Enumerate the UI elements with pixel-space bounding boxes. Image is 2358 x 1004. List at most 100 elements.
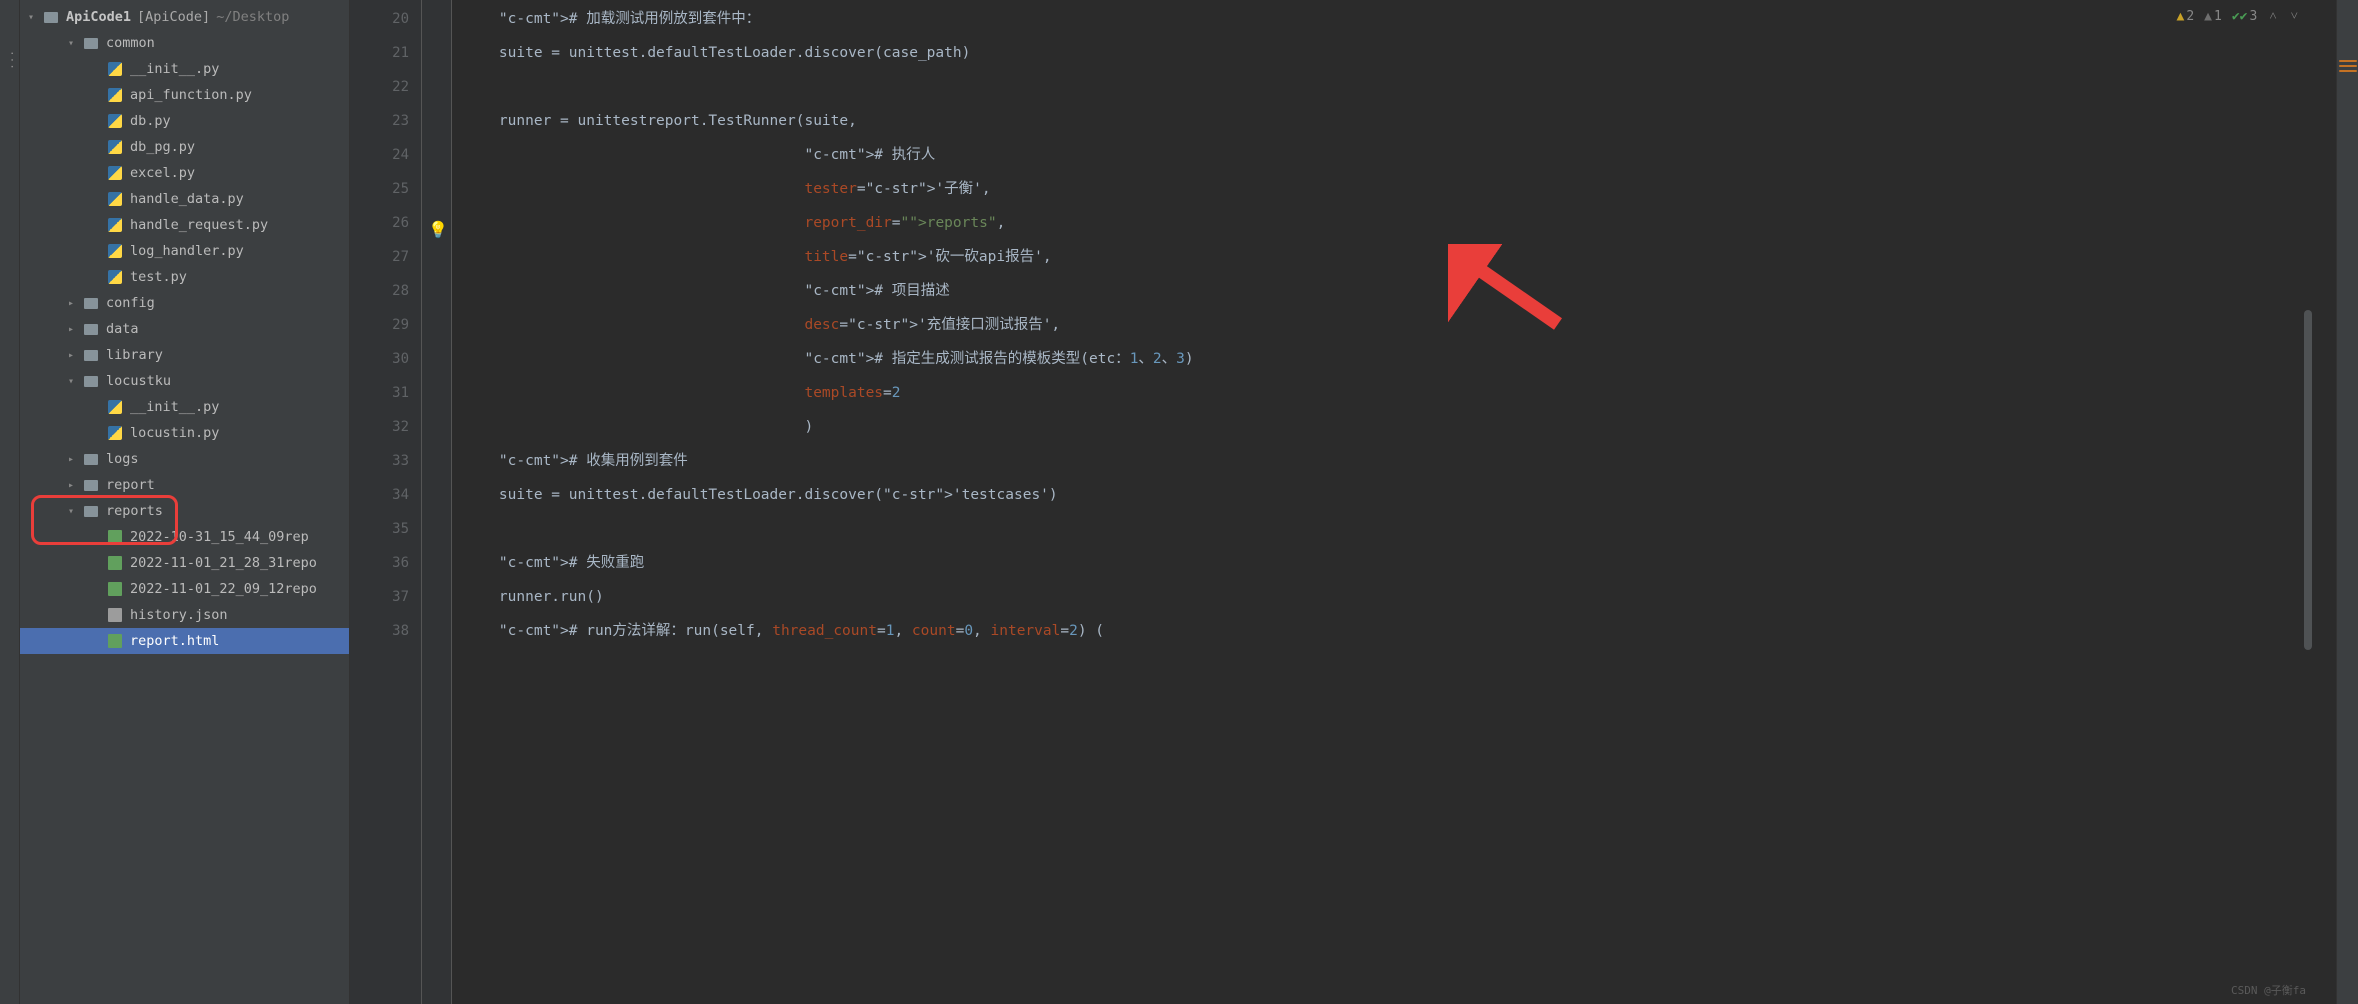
py-icon: [106, 190, 124, 208]
editor[interactable]: 20212223242526272829303132333435363738 💡…: [350, 0, 2336, 1004]
tree-item-label: 2022-11-01_21_28_31repo: [130, 555, 317, 571]
project-tree[interactable]: ▾ ApiCode1 [ApiCode] ~/Desktop ▾common __…: [20, 0, 350, 1004]
tree-item-config[interactable]: ▸ config: [20, 290, 349, 316]
tree-item-report[interactable]: ▸report: [20, 472, 349, 498]
folder-icon: [82, 346, 100, 364]
py-icon: [106, 164, 124, 182]
gutter-icons: 💡: [422, 0, 452, 1004]
tree-item-label: log_handler.py: [130, 243, 244, 259]
chevron-down-icon[interactable]: ▾: [24, 10, 38, 24]
py-icon: [106, 424, 124, 442]
line-number: 31: [362, 376, 409, 410]
folder-icon: [82, 294, 100, 312]
tree-item-label: reports: [106, 503, 163, 519]
inspections-widget[interactable]: ▲ 2 ▲ 1 ✔✔ 3 ˄ ˅: [2177, 8, 2300, 24]
line-number: 28: [362, 274, 409, 308]
line-number: 30: [362, 342, 409, 376]
tree-item-handle-data-py[interactable]: handle_data.py: [20, 186, 349, 212]
line-number: 22: [362, 70, 409, 104]
html-icon: [106, 632, 124, 650]
folder-icon: [82, 372, 100, 390]
tree-item-label: __init__.py: [130, 399, 219, 415]
tree-item-locustin-py[interactable]: locustin.py: [20, 420, 349, 446]
intention-bulb-icon[interactable]: 💡: [428, 220, 448, 239]
tree-item-label: report.html: [130, 633, 219, 649]
tree-item-handle-request-py[interactable]: handle_request.py: [20, 212, 349, 238]
line-number: 29: [362, 308, 409, 342]
py-icon: [106, 216, 124, 234]
tree-item-excel-py[interactable]: excel.py: [20, 160, 349, 186]
py-icon: [106, 398, 124, 416]
line-number: 26: [362, 206, 409, 240]
code-area[interactable]: "c-cmt"># 加载测试用例放到套件中： suite = unittest.…: [452, 0, 2336, 1004]
folder-icon: [82, 320, 100, 338]
line-number: 36: [362, 546, 409, 580]
tree-item--init-py[interactable]: __init__.py: [20, 56, 349, 82]
prev-highlight-button[interactable]: ˄: [2267, 8, 2278, 24]
tree-item-db-py[interactable]: db.py: [20, 108, 349, 134]
chevron-right-icon[interactable]: ▸: [64, 348, 78, 362]
folder-icon: [82, 34, 100, 52]
right-tool-rail[interactable]: [2336, 0, 2358, 1004]
py-icon: [106, 86, 124, 104]
tree-item-history-json[interactable]: history.json: [20, 602, 349, 628]
tree-item--init-py[interactable]: __init__.py: [20, 394, 349, 420]
chevron-down-icon[interactable]: ▾: [64, 504, 78, 518]
editor-scrollbar[interactable]: [2302, 40, 2314, 1004]
chevron-right-icon[interactable]: ▸: [64, 322, 78, 336]
tree-item-label: data: [106, 321, 139, 337]
tree-item-label: history.json: [130, 607, 228, 623]
chevron-down-icon[interactable]: ▾: [64, 36, 78, 50]
chevron-right-icon[interactable]: ▸: [64, 452, 78, 466]
left-tool-rail[interactable]: ...: [0, 0, 20, 1004]
tree-item-test-py[interactable]: test.py: [20, 264, 349, 290]
tree-item-api-function-py[interactable]: api_function.py: [20, 82, 349, 108]
project-path: ~/Desktop: [216, 9, 289, 25]
tree-item-db-pg-py[interactable]: db_pg.py: [20, 134, 349, 160]
html-icon: [106, 580, 124, 598]
line-number: 20: [362, 2, 409, 36]
tree-item-report-html[interactable]: report.html: [20, 628, 349, 654]
next-highlight-button[interactable]: ˅: [2289, 8, 2300, 24]
folder-icon: [82, 450, 100, 468]
line-number: 23: [362, 104, 409, 138]
html-icon: [106, 554, 124, 572]
line-number: 27: [362, 240, 409, 274]
tree-item-label: api_function.py: [130, 87, 252, 103]
tree-item-label: library: [106, 347, 163, 363]
tree-item-2022-11-01-21-28-31repo[interactable]: 2022-11-01_21_28_31repo: [20, 550, 349, 576]
py-icon: [106, 112, 124, 130]
watermark: CSDN @子衡fa: [2231, 982, 2306, 998]
line-number: 24: [362, 138, 409, 172]
tree-item-label: __init__.py: [130, 61, 219, 77]
inspection-warn-yellow[interactable]: ▲ 2: [2177, 9, 2195, 24]
py-icon: [106, 242, 124, 260]
tree-item-reports[interactable]: ▾ reports: [20, 498, 349, 524]
chevron-down-icon[interactable]: ▾: [64, 374, 78, 388]
json-icon: [106, 606, 124, 624]
line-numbers: 20212223242526272829303132333435363738: [362, 0, 422, 1004]
tree-item-2022-11-01-22-09-12repo[interactable]: 2022-11-01_22_09_12repo: [20, 576, 349, 602]
tree-item-label: locustku: [106, 373, 171, 389]
tree-item-logs[interactable]: ▸logs: [20, 446, 349, 472]
scrollbar-thumb[interactable]: [2304, 310, 2312, 650]
tree-item-2022-10-31-15-44-09rep[interactable]: 2022-10-31_15_44_09rep: [20, 524, 349, 550]
tree-item-label: handle_request.py: [130, 217, 268, 233]
tree-item-data[interactable]: ▸ data: [20, 316, 349, 342]
project-name: ApiCode1: [66, 9, 131, 25]
chevron-right-icon[interactable]: ▸: [64, 296, 78, 310]
inspection-check[interactable]: ✔✔ 3: [2232, 9, 2257, 24]
tree-item-label: locustin.py: [130, 425, 219, 441]
tree-item-label: config: [106, 295, 155, 311]
tree-item-common[interactable]: ▾common: [20, 30, 349, 56]
project-root[interactable]: ▾ ApiCode1 [ApiCode] ~/Desktop: [20, 4, 349, 30]
warn-gray-count: 1: [2214, 9, 2222, 24]
tree-item-log-handler-py[interactable]: log_handler.py: [20, 238, 349, 264]
tree-item-library[interactable]: ▸ library: [20, 342, 349, 368]
check-icon: ✔✔: [2232, 9, 2248, 24]
burger-icon[interactable]: [2339, 60, 2357, 72]
line-number: 35: [362, 512, 409, 546]
inspection-warn-gray[interactable]: ▲ 1: [2204, 9, 2222, 24]
chevron-right-icon[interactable]: ▸: [64, 478, 78, 492]
tree-item-locustku[interactable]: ▾ locustku: [20, 368, 349, 394]
